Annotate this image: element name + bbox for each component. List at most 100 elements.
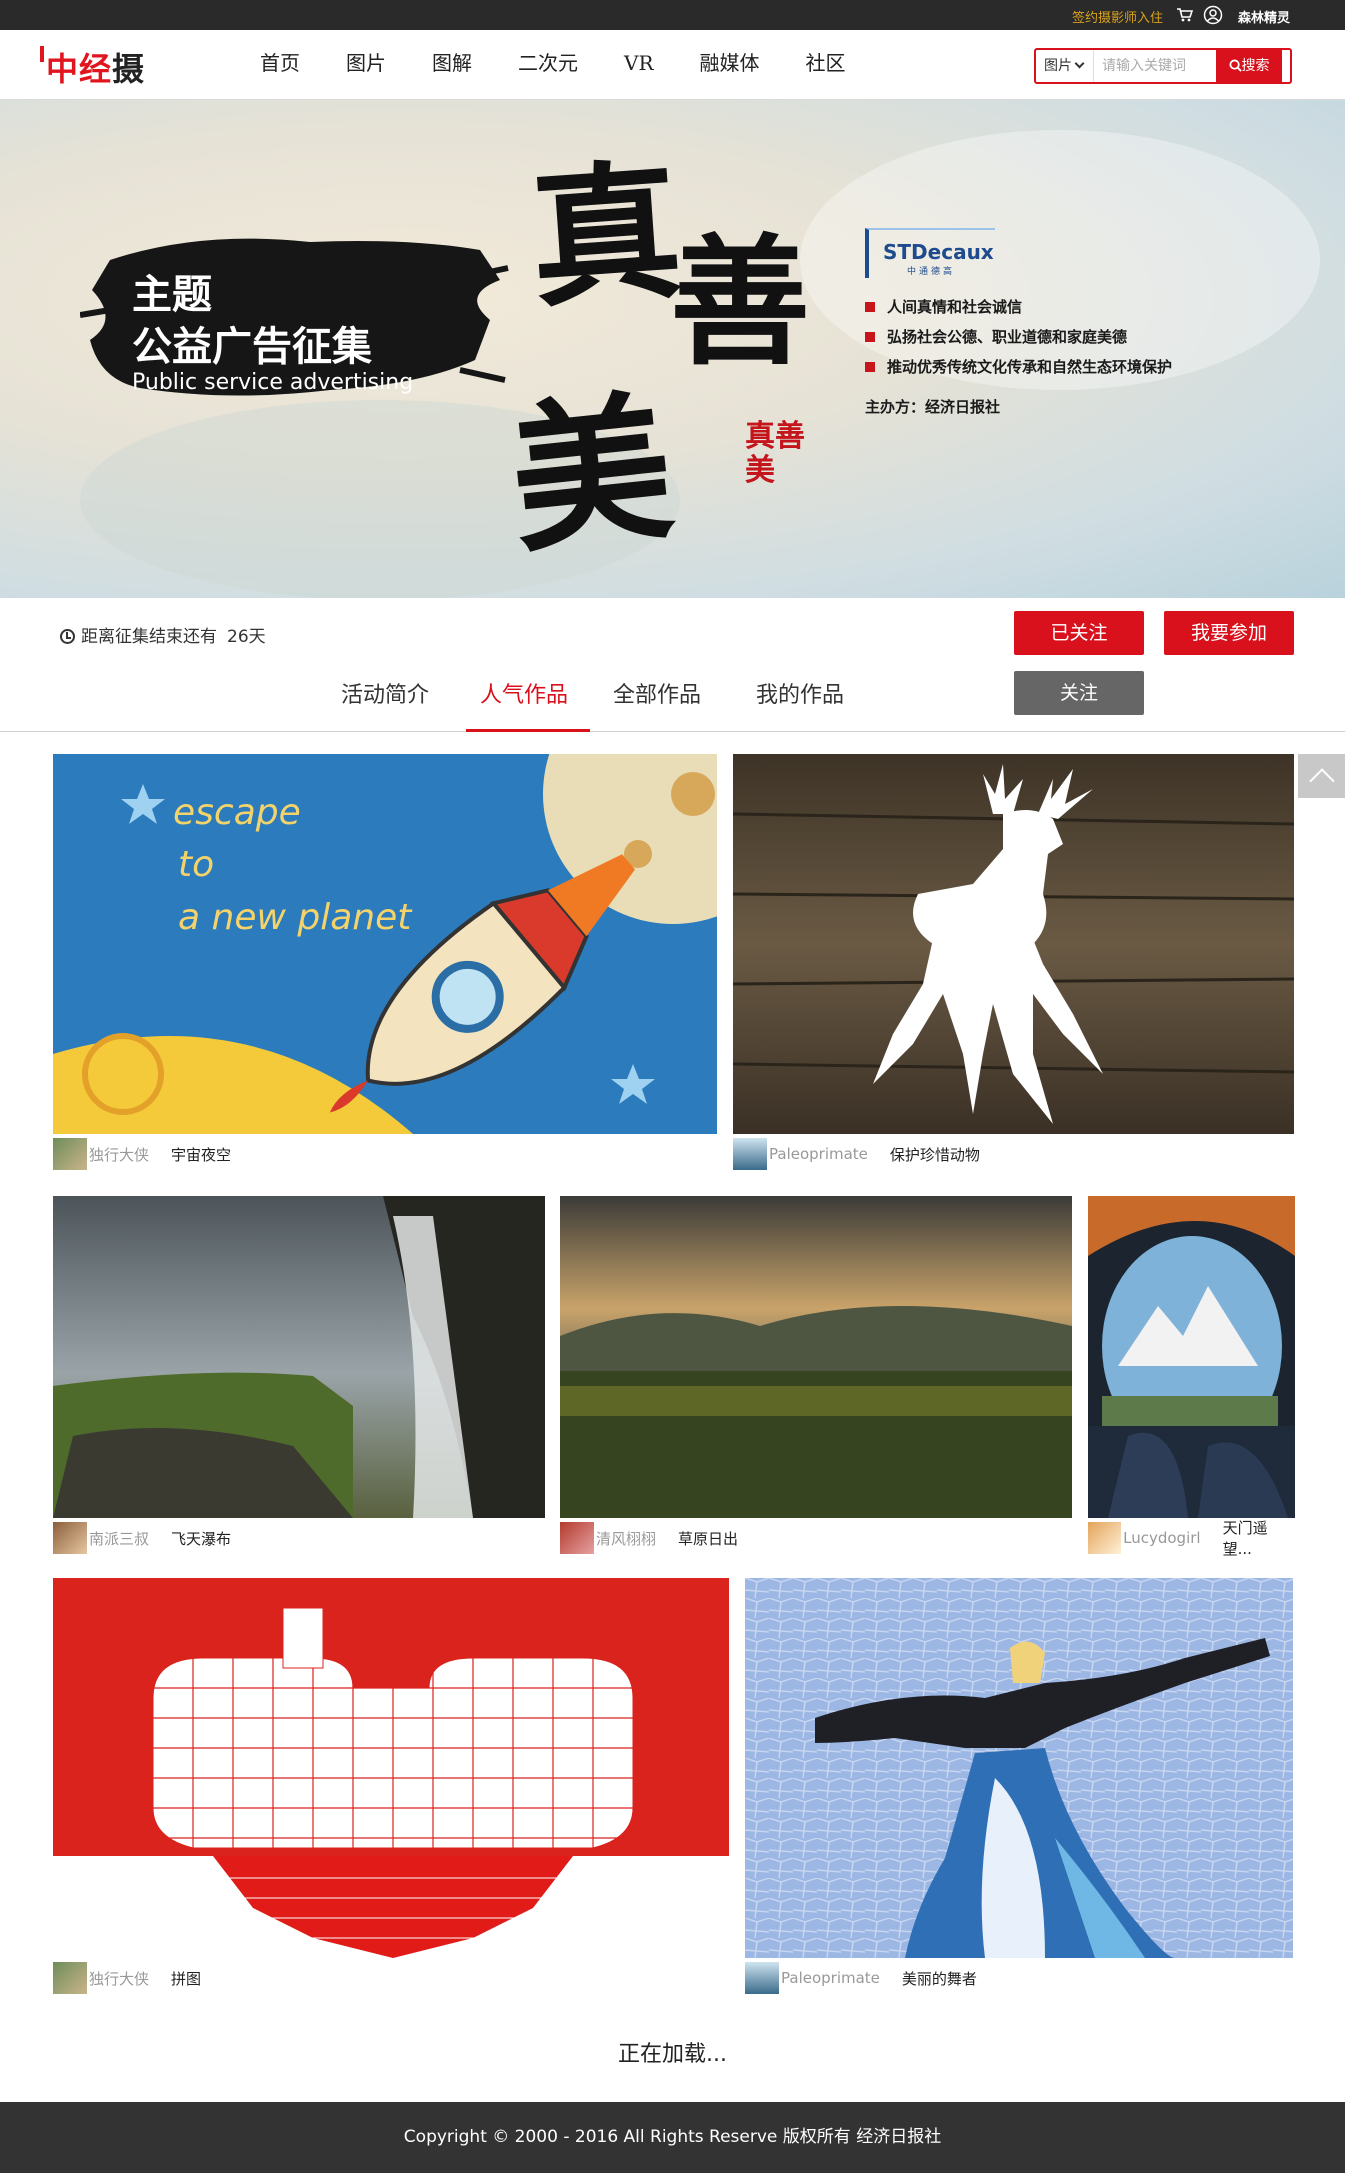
banner-theme-title: 公益广告征集 — [132, 324, 372, 370]
avatar[interactable] — [745, 1962, 779, 1994]
clock-icon — [60, 629, 75, 644]
follow-button[interactable]: 关注 — [1014, 671, 1144, 715]
nav-infographics[interactable]: 图解 — [432, 30, 472, 100]
work-card[interactable]: Paleoprimate 保护珍惜动物 — [733, 754, 1294, 1174]
tab-intro[interactable]: 活动简介 — [341, 676, 429, 732]
nav-home[interactable]: 首页 — [260, 30, 300, 100]
work-author[interactable]: Paleoprimate — [781, 1969, 880, 1987]
banner-point-text: 弘扬社会公德、职业道德和家庭美德 — [887, 328, 1128, 346]
sponsor-subname: 中通德高 — [907, 267, 956, 277]
search-button-label: 搜索 — [1241, 58, 1270, 74]
user-icon[interactable] — [1203, 5, 1223, 25]
work-image[interactable] — [53, 1196, 545, 1518]
work-author[interactable]: Paleoprimate — [769, 1145, 868, 1163]
search-input[interactable] — [1094, 50, 1216, 82]
work-title[interactable]: 草原日出 — [678, 1528, 738, 1549]
cart-icon[interactable] — [1177, 8, 1193, 22]
bullet-square-icon — [865, 302, 875, 312]
username[interactable]: 森林精灵 — [1238, 7, 1290, 26]
work-card[interactable]: Paleoprimate 美丽的舞者 — [745, 1578, 1293, 1998]
work-image[interactable] — [745, 1578, 1293, 1958]
main-nav: 首页 图片 图解 二次元 VR 融媒体 社区 — [260, 30, 892, 100]
campaign-banner: 主题 公益广告征集 Public service advertising 真 善… — [0, 100, 1345, 598]
countdown-days: 26天 — [227, 627, 266, 647]
calligraphy-char: 善 — [670, 221, 811, 385]
red-seal-stamp: 真善美 — [745, 419, 805, 488]
signed-photographer-link[interactable]: 签约摄影师入住 — [1072, 7, 1163, 26]
nav-anime[interactable]: 二次元 — [518, 30, 578, 100]
work-image[interactable] — [560, 1196, 1072, 1518]
banner-point-text: 人间真情和社会诚信 — [887, 298, 1023, 316]
sponsor-block: STDecaux 中通德高 人间真情和社会诚信 弘扬社会公德、职业道德和家庭美德… — [865, 228, 1265, 417]
work-image[interactable]: escape to a new planet — [53, 754, 717, 1134]
work-title[interactable]: 保护珍惜动物 — [890, 1144, 980, 1165]
work-card[interactable]: 南派三叔 飞天瀑布 — [53, 1196, 545, 1558]
work-meta: Lucydogirl 天门遥望... — [1088, 1519, 1295, 1558]
tab-popular[interactable]: 人气作品 — [466, 676, 590, 732]
tab-mine[interactable]: 我的作品 — [756, 676, 844, 732]
back-to-top-button[interactable] — [1298, 754, 1345, 798]
work-title[interactable]: 拼图 — [171, 1968, 201, 1989]
avatar[interactable] — [53, 1138, 87, 1170]
rocket-text: escape — [173, 792, 301, 833]
work-author[interactable]: 独行大侠 — [89, 1968, 149, 1989]
search-category-select[interactable]: 图片 — [1036, 50, 1094, 82]
site-logo[interactable]: 中经摄 — [40, 44, 146, 88]
work-card[interactable]: escape to a new planet 独行大侠 宇宙夜空 — [53, 754, 717, 1174]
rocket-text: a new planet — [178, 897, 413, 938]
work-author[interactable]: 独行大侠 — [89, 1144, 149, 1165]
avatar[interactable] — [53, 1522, 87, 1554]
avatar[interactable] — [1088, 1522, 1122, 1554]
search-category-label: 图片 — [1044, 58, 1072, 74]
rocket-text: to — [178, 844, 214, 885]
logo-text-red: 中经 — [46, 50, 113, 88]
nav-pictures[interactable]: 图片 — [346, 30, 386, 100]
avatar[interactable] — [53, 1962, 87, 1994]
work-title[interactable]: 飞天瀑布 — [171, 1528, 231, 1549]
work-meta: 独行大侠 宇宙夜空 — [53, 1138, 231, 1170]
site-header: 中经摄 首页 图片 图解 二次元 VR 融媒体 社区 图片 搜索 — [0, 30, 1345, 100]
site-footer: Copyright © 2000 - 2016 All Rights Reser… — [0, 2102, 1345, 2173]
work-card[interactable]: 独行大侠 拼图 — [53, 1578, 729, 1998]
work-meta: 清风栩栩 草原日出 — [560, 1522, 738, 1554]
followed-button[interactable]: 已关注 — [1014, 611, 1144, 655]
work-author[interactable]: 清风栩栩 — [596, 1528, 656, 1549]
nav-vr[interactable]: VR — [624, 30, 654, 100]
work-image[interactable] — [1088, 1196, 1295, 1518]
banner-host: 主办方：经济日报社 — [865, 398, 1001, 416]
work-author[interactable]: Lucydogirl — [1123, 1529, 1200, 1547]
countdown: 距离征集结束还有 26天 — [60, 622, 266, 647]
work-meta: 独行大侠 拼图 — [53, 1962, 201, 1994]
calligraphy-title: 真 善 美 — [500, 100, 860, 598]
banner-theme-english: Public service advertising — [132, 370, 414, 395]
tab-all[interactable]: 全部作品 — [613, 676, 701, 732]
search-button[interactable]: 搜索 — [1216, 50, 1282, 82]
bullet-square-icon — [865, 332, 875, 342]
logo-mark — [40, 46, 44, 62]
banner-point: 推动优秀传统文化传承和自然生态环境保护 — [865, 352, 1265, 382]
logo-text-dark: 摄 — [112, 50, 146, 88]
work-author[interactable]: 南派三叔 — [89, 1528, 149, 1549]
work-title[interactable]: 天门遥望... — [1223, 1517, 1295, 1559]
search-bar: 图片 搜索 — [1034, 48, 1292, 84]
work-title[interactable]: 美丽的舞者 — [902, 1968, 977, 1989]
nav-community[interactable]: 社区 — [806, 30, 846, 100]
banner-point: 弘扬社会公德、职业道德和家庭美德 — [865, 322, 1265, 352]
banner-points: 人间真情和社会诚信 弘扬社会公德、职业道德和家庭美德 推动优秀传统文化传承和自然… — [865, 292, 1265, 382]
work-card[interactable]: Lucydogirl 天门遥望... — [1088, 1196, 1295, 1558]
avatar[interactable] — [560, 1522, 594, 1554]
countdown-label: 距离征集结束还有 — [81, 627, 217, 647]
work-meta: 南派三叔 飞天瀑布 — [53, 1522, 231, 1554]
join-button[interactable]: 我要参加 — [1164, 611, 1294, 655]
chevron-down-icon — [1074, 58, 1085, 69]
banner-point-text: 推动优秀传统文化传承和自然生态环境保护 — [887, 358, 1173, 376]
banner-brush-title: 主题 公益广告征集 Public service advertising — [80, 220, 510, 410]
calligraphy-char: 真 — [524, 142, 687, 329]
sponsor-name: STDecaux — [883, 240, 994, 264]
work-card[interactable]: 清风栩栩 草原日出 — [560, 1196, 1072, 1558]
work-image[interactable] — [53, 1578, 729, 1958]
avatar[interactable] — [733, 1138, 767, 1170]
nav-media[interactable]: 融媒体 — [700, 30, 760, 100]
work-title[interactable]: 宇宙夜空 — [171, 1144, 231, 1165]
work-image[interactable] — [733, 754, 1294, 1134]
